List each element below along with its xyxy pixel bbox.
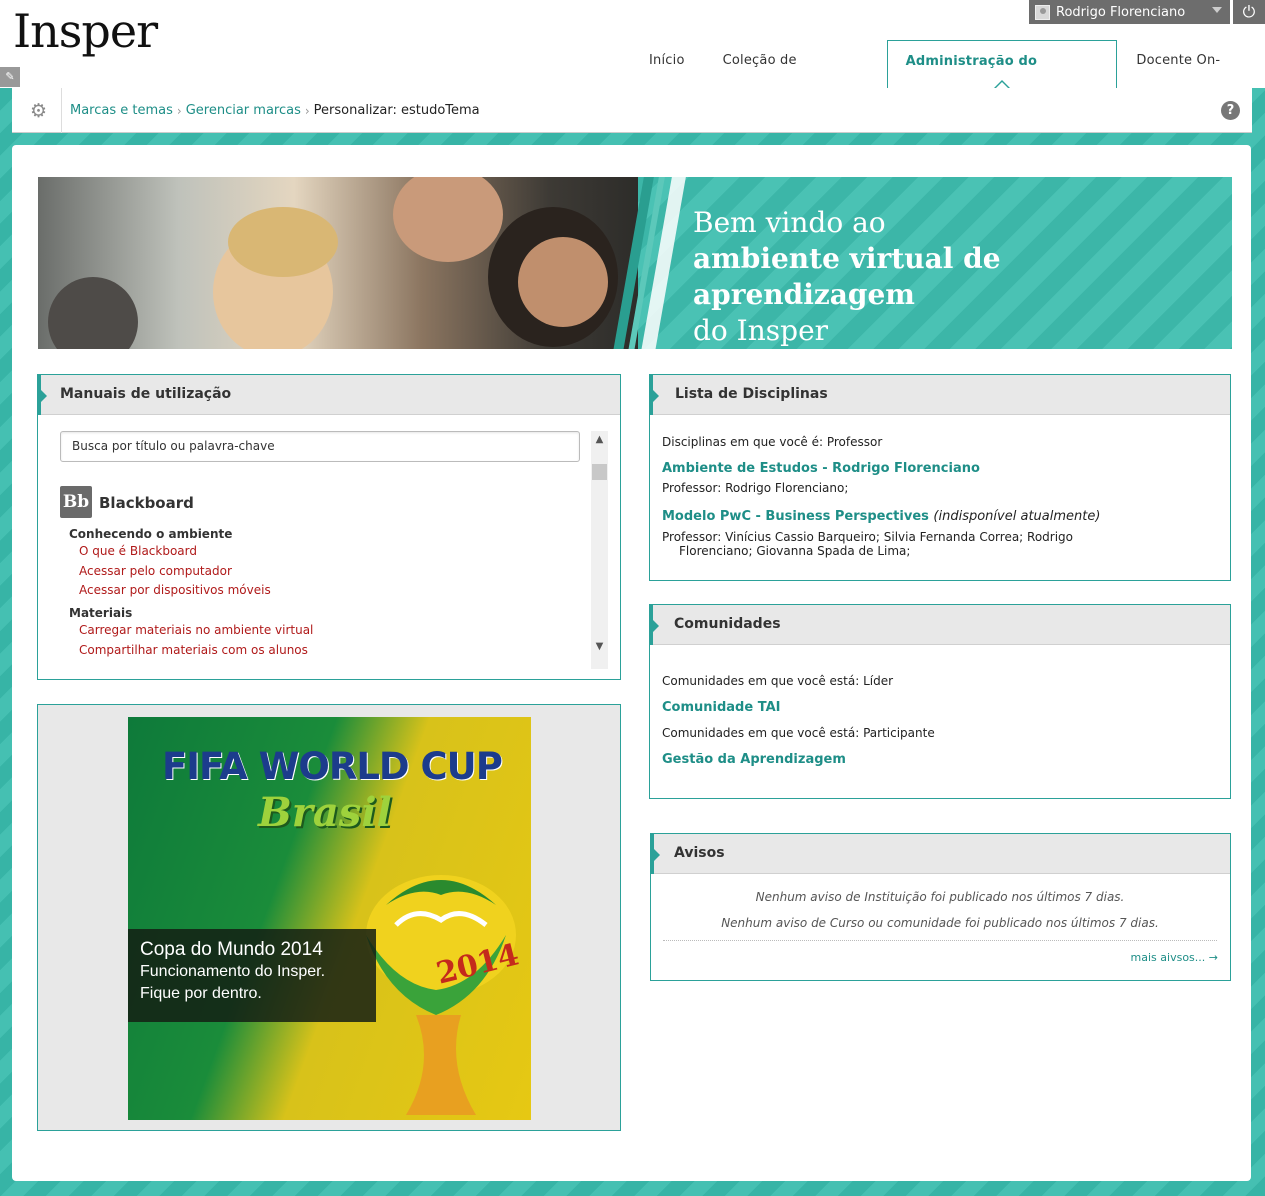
manual-link[interactable]: Carregar materiais no ambiente virtual (79, 623, 313, 637)
help-icon[interactable]: ? (1221, 101, 1240, 120)
promo-image[interactable]: FIFA WORLD CUP Brasil 2014 Copa do Mundo… (128, 717, 531, 1120)
comunidades-leader-label: Comunidades em que você está: Líder (662, 674, 894, 688)
promo-module: FIFA WORLD CUP Brasil 2014 Copa do Mundo… (37, 704, 621, 1131)
divider (61, 88, 62, 133)
chevron-right-icon: › (176, 103, 182, 118)
user-avatar-icon (1035, 4, 1050, 20)
notice-text: Nenhum aviso de Curso ou comunidade foi … (721, 916, 1159, 930)
main-tabs: Início Coleção de conteúdos Administraçã… (630, 40, 1265, 111)
chevron-down-icon (1212, 7, 1222, 13)
module-avisos: Avisos Nenhum aviso de Instituição foi p… (650, 833, 1231, 981)
breadcrumb: Marcas e temas › Gerenciar marcas › Pers… (70, 103, 480, 118)
scrollbar[interactable]: ▲ ▼ (591, 431, 608, 669)
insper-logo[interactable]: Insper (13, 4, 158, 58)
manual-section-title: Conhecendo o ambiente (69, 527, 233, 541)
course-link[interactable]: Ambiente de Estudos - Rodrigo Florencian… (662, 461, 980, 476)
power-icon: ⏻ (1242, 2, 1256, 21)
global-header: Insper Rodrigo Florenciano ⏻ Início Cole… (0, 0, 1265, 111)
community-link[interactable]: Gestão da Aprendizagem (662, 752, 846, 767)
module-title: Lista de Disciplinas (650, 375, 1230, 415)
community-link[interactable]: Comunidade TAI (662, 700, 780, 715)
manual-link[interactable]: O que é Blackboard (79, 544, 197, 558)
chevron-down-icon[interactable]: ▼ (591, 638, 608, 655)
course-link-row: Modelo PwC - Business Perspectives (indi… (662, 509, 1100, 524)
promo-sub: Brasil (258, 789, 392, 836)
manual-link[interactable]: Acessar por dispositivos móveis (79, 583, 271, 597)
banner-person (228, 207, 338, 277)
manual-link[interactable]: Acessar pelo computador (79, 564, 232, 578)
tab-colecao-conteudos[interactable]: Coleção de conteúdos (704, 40, 887, 110)
course-teachers: Florenciano; Giovanna Spada de Lima; (679, 544, 911, 558)
brand-title: Blackboard (99, 494, 194, 512)
chevron-right-icon: › (304, 103, 310, 118)
course-link[interactable]: Modelo PwC - Business Perspectives (662, 509, 929, 524)
promo-caption-line: Fique por dentro. (140, 985, 262, 1002)
module-title: Manuais de utilização (38, 375, 620, 415)
banner-line-3: do Insper (693, 314, 829, 347)
banner-person (393, 177, 503, 262)
main-content: Bem vindo ao ambiente virtual de aprendi… (12, 145, 1251, 1181)
banner-person (48, 277, 138, 349)
banner-line-1: Bem vindo ao (693, 206, 886, 239)
gear-icon[interactable]: ⚙ (30, 101, 50, 121)
disciplinas-intro: Disciplinas em que você é: Professor (662, 435, 883, 449)
course-status: (indisponível atualmente) (933, 509, 1101, 524)
module-comunidades: Comunidades Comunidades em que você está… (649, 604, 1231, 799)
divider (663, 940, 1217, 941)
chevron-up-icon[interactable]: ▲ (591, 431, 608, 448)
notice-text: Nenhum aviso de Instituição foi publicad… (755, 890, 1125, 904)
edit-mode-icon[interactable]: ✎ (0, 67, 20, 87)
promo-headline: FIFA WORLD CUP (162, 745, 503, 788)
user-name: Rodrigo Florenciano (1056, 4, 1186, 20)
course-teachers: Professor: Vinícius Cassio Barqueiro; Si… (662, 530, 1074, 544)
module-manuais: Manuais de utilização Busca por título o… (37, 374, 621, 680)
promo-caption: Copa do Mundo 2014 Funcionamento do Insp… (128, 929, 376, 1022)
breadcrumb-bar: ⚙ Marcas e temas › Gerenciar marcas › Pe… (12, 88, 1252, 133)
tab-administracao-sistema[interactable]: Administração do Sistema (886, 40, 1118, 111)
banner-photo (38, 177, 678, 349)
promo-caption-title: Copa do Mundo 2014 (140, 939, 323, 960)
tab-inicio[interactable]: Início (630, 40, 704, 88)
breadcrumb-marcas-temas[interactable]: Marcas e temas (70, 103, 173, 118)
breadcrumb-gerenciar-marcas[interactable]: Gerenciar marcas (186, 103, 301, 118)
logout-button[interactable]: ⏻ (1233, 0, 1265, 24)
scroll-thumb[interactable] (592, 464, 607, 480)
more-notices-link[interactable]: mais aivsos... → (1131, 951, 1218, 964)
module-title: Avisos (651, 834, 1230, 874)
module-title: Comunidades (650, 605, 1230, 645)
search-input[interactable]: Busca por título ou palavra-chave (60, 431, 580, 462)
banner-line-2: ambiente virtual de aprendizagem (693, 241, 1232, 313)
manual-link[interactable]: Compartilhar materiais com os alunos (79, 643, 308, 657)
banner-person (518, 237, 608, 327)
banner-text: Bem vindo ao ambiente virtual de aprendi… (693, 205, 1232, 349)
breadcrumb-current: Personalizar: estudoTema (313, 103, 480, 118)
blackboard-logo-icon: Bb (60, 486, 92, 518)
banner-line-2-bold: ambiente virtual de aprendizagem (693, 242, 1001, 311)
module-disciplinas: Lista de Disciplinas Disciplinas em que … (649, 374, 1231, 581)
user-menu[interactable]: Rodrigo Florenciano (1029, 0, 1230, 24)
course-teachers: Professor: Rodrigo Florenciano; (662, 481, 849, 495)
comunidades-participant-label: Comunidades em que você está: Participan… (662, 726, 935, 740)
welcome-banner: Bem vindo ao ambiente virtual de aprendi… (38, 177, 1232, 349)
tab-docente-online[interactable]: Docente On-Line (1117, 40, 1265, 110)
promo-caption-line: Funcionamento do Insper. (140, 963, 326, 980)
manual-section-title: Materiais (69, 606, 133, 620)
